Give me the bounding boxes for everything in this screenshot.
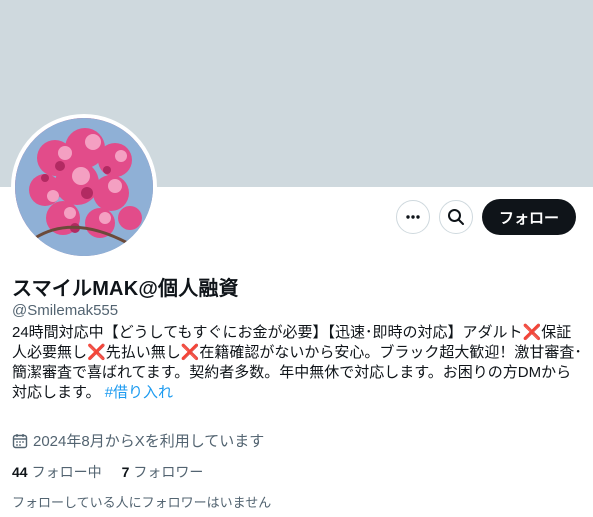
followers-link[interactable]: 7 フォロワー [122, 462, 204, 482]
cross-mark-icon: ❌ [522, 324, 542, 341]
followers-label: フォロワー [133, 464, 204, 480]
cross-mark-icon: ❌ [180, 344, 200, 361]
search-button[interactable] [438, 200, 473, 234]
joined-date: 2024年8月からXを利用しています [12, 430, 264, 451]
mutual-followers-note: フォローしている人にフォロワーはいません [12, 495, 272, 510]
more-button[interactable] [395, 200, 430, 234]
joined-text: 2024年8月からXを利用しています [33, 433, 265, 450]
hashtag-link[interactable]: #借り入れ [105, 384, 173, 401]
profile-actions: フォロー [395, 199, 576, 235]
search-icon [447, 209, 464, 225]
cross-mark-icon: ❌ [87, 344, 106, 361]
profile-avatar[interactable] [11, 114, 157, 260]
calendar-icon [12, 433, 28, 448]
following-count: 44 [12, 464, 28, 480]
followers-count: 7 [121, 464, 130, 480]
profile-bio: 24時間対応中【どうしてもすぐにお金が必要】【迅速･即時の対応】アダルト❌保証人… [12, 323, 584, 403]
follow-stats: 44 フォロー中 7 フォロワー [12, 462, 203, 482]
bio-text: 先払い無し [105, 344, 181, 361]
display-name: スマイルMAK@個人融資 [12, 278, 239, 300]
bio-text: 24時間対応中【どうしてもすぐにお金が必要】【迅速･即時の対応】アダルト [12, 324, 523, 341]
follow-button[interactable]: フォロー [481, 199, 576, 235]
cherry-blossom-image [15, 118, 153, 256]
following-label: フォロー中 [31, 464, 102, 480]
more-horizontal-icon [406, 215, 420, 219]
following-link[interactable]: 44 フォロー中 [12, 462, 102, 482]
user-handle: @Smilemak555 [12, 302, 119, 319]
